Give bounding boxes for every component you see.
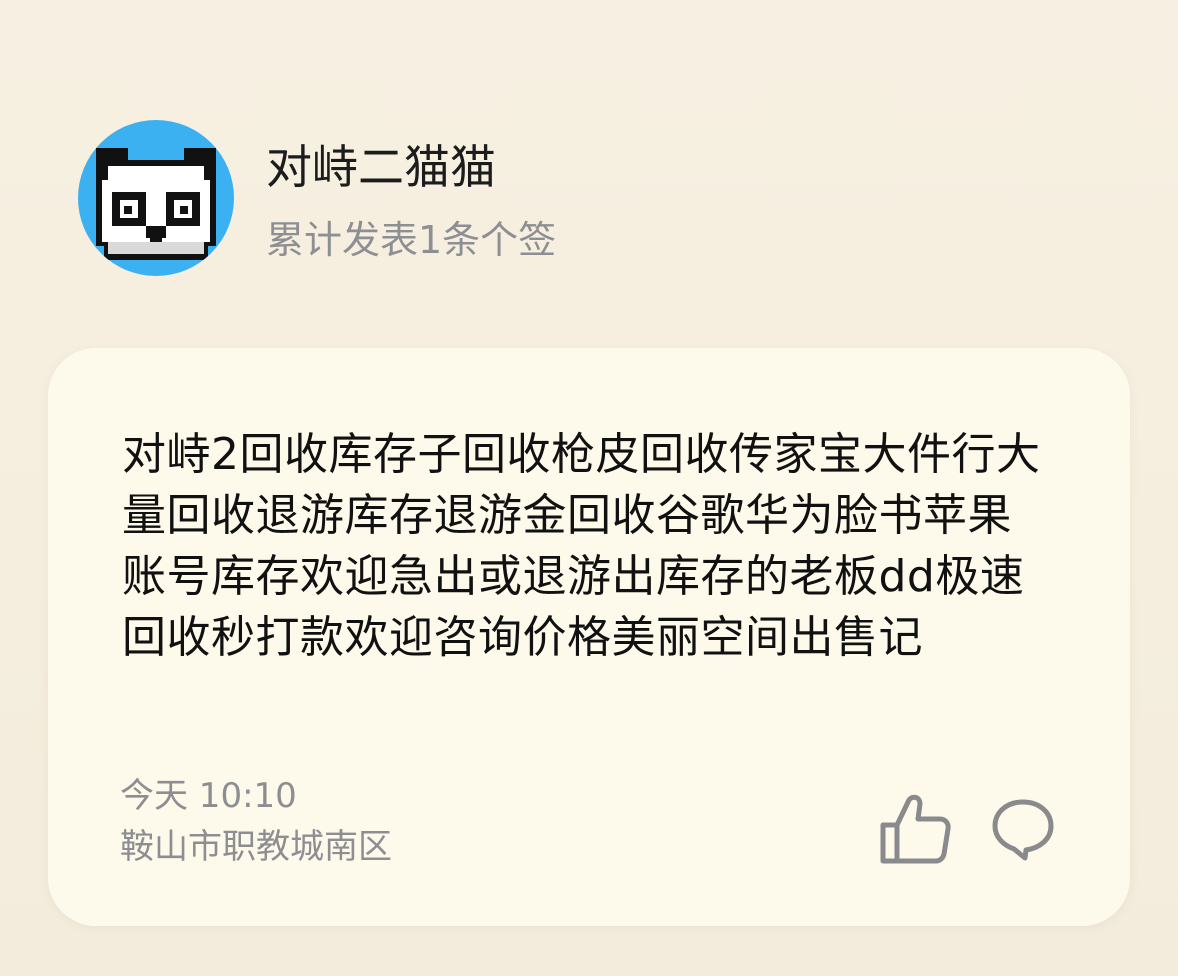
comment-button[interactable] xyxy=(990,796,1056,862)
page: 对峙二猫猫 累计发表1条个签 对峙2回收库存子回收枪皮回收传家宝大件行大量回收退… xyxy=(0,0,1178,976)
panda-icon xyxy=(96,148,216,260)
like-button[interactable] xyxy=(878,792,952,866)
username[interactable]: 对峙二猫猫 xyxy=(266,140,496,194)
post-location[interactable]: 鞍山市职教城南区 xyxy=(120,827,392,867)
comment-icon xyxy=(992,799,1054,861)
avatar[interactable] xyxy=(78,120,234,276)
post-body-text: 对峙2回收库存子回收枪皮回收传家宝大件行大量回收退游库存退游金回收谷歌华为脸书苹… xyxy=(122,429,1041,663)
profile-header: 对峙二猫猫 累计发表1条个签 xyxy=(78,120,1078,280)
thumbs-up-icon xyxy=(880,794,951,864)
post-card: 对峙2回收库存子回收枪皮回收传家宝大件行大量回收退游库存退游金回收谷歌华为脸书苹… xyxy=(48,348,1130,926)
post-count-label: 累计发表1条个签 xyxy=(266,218,557,262)
post-timestamp: 今天 10:10 xyxy=(120,776,297,816)
